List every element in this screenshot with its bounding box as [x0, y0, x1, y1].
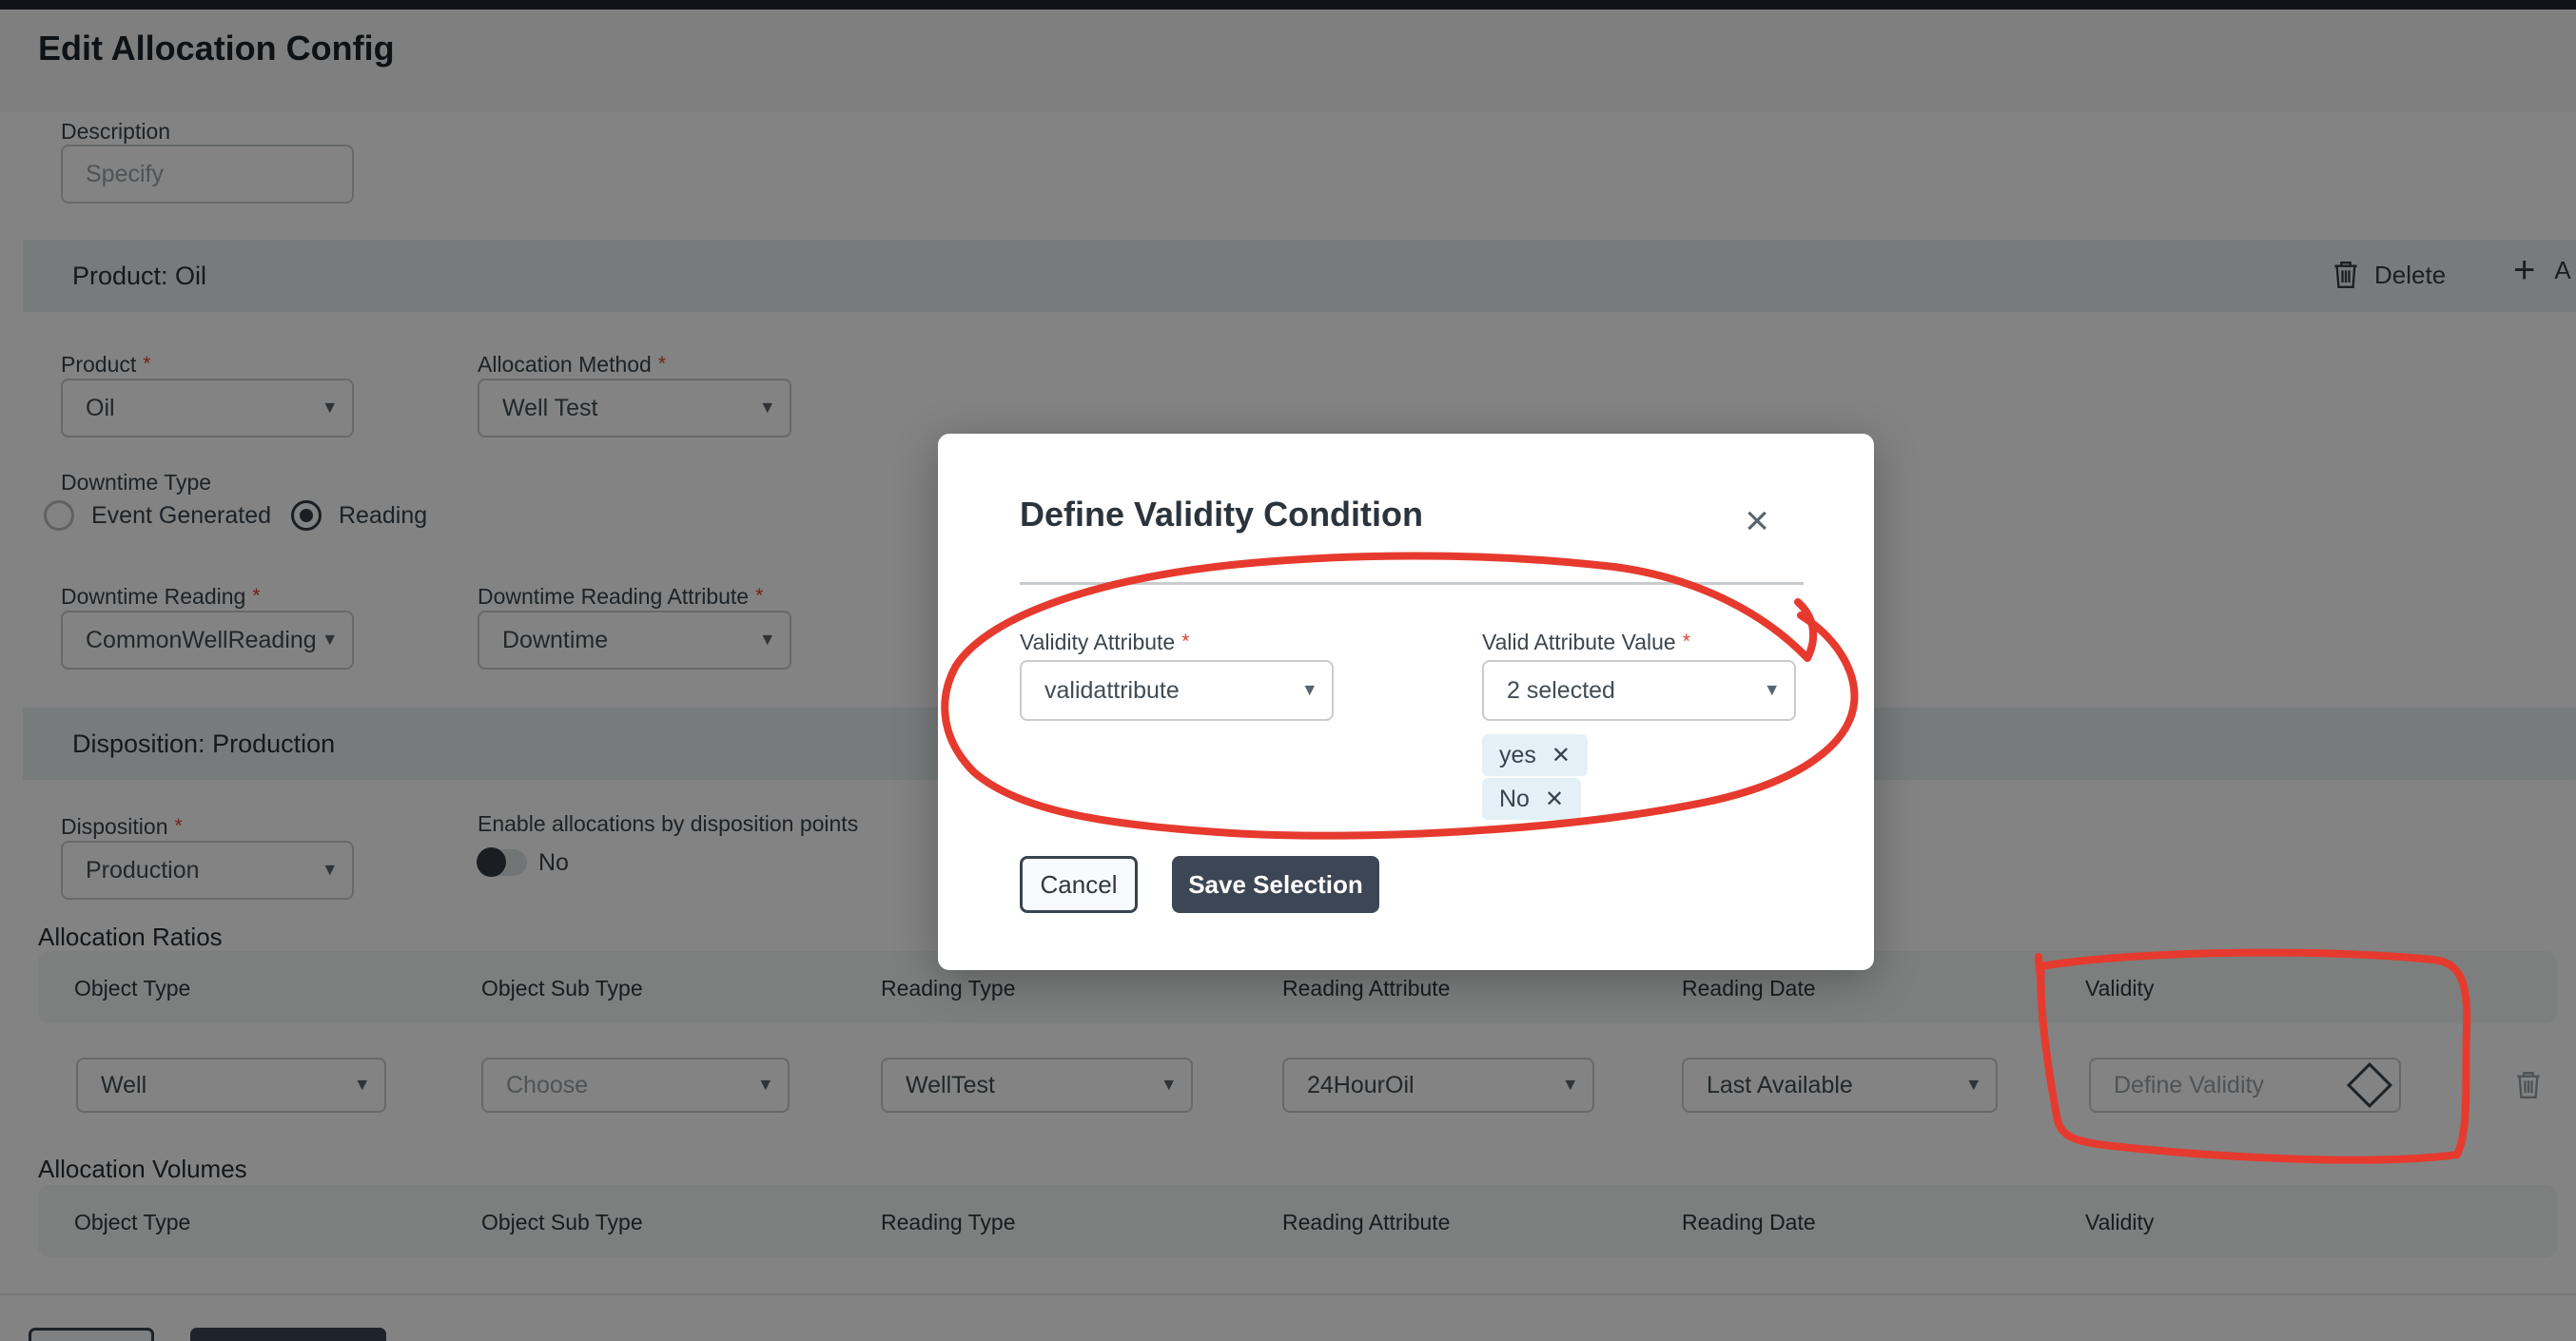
cancel-button[interactable]: Cancel	[1020, 856, 1138, 913]
chip-no-label: No	[1499, 786, 1530, 813]
validity-attribute-select-value: validattribute	[1044, 677, 1180, 705]
required-mark: *	[1181, 631, 1189, 652]
valid-attribute-value-label: Valid Attribute Value*	[1482, 630, 1690, 655]
modal-divider	[1020, 582, 1804, 585]
chip-yes-label: yes	[1499, 742, 1536, 769]
chevron-down-icon: ▾	[1766, 678, 1777, 702]
validity-attribute-label: Validity Attribute*	[1020, 630, 1189, 655]
close-icon[interactable]: ×	[1745, 500, 1769, 542]
required-mark: *	[1683, 631, 1690, 652]
define-validity-condition-modal: Define Validity Condition × Validity Att…	[938, 434, 1874, 970]
chevron-down-icon: ▾	[1304, 678, 1315, 702]
validity-attribute-select[interactable]: validattribute ▾	[1020, 660, 1334, 721]
save-selection-button[interactable]: Save Selection	[1172, 856, 1379, 913]
chip-remove-icon[interactable]: ✕	[1551, 742, 1571, 769]
edit-allocation-config-page: Edit Allocation Config Description Produ…	[0, 0, 2576, 1341]
chip-no: No ✕	[1482, 778, 1581, 820]
valid-attribute-value-select-value: 2 selected	[1507, 677, 1615, 705]
chip-remove-icon[interactable]: ✕	[1545, 786, 1564, 813]
chip-yes: yes ✕	[1482, 734, 1588, 776]
modal-title: Define Validity Condition	[1020, 495, 1423, 534]
valid-attribute-value-select[interactable]: 2 selected ▾	[1482, 660, 1796, 721]
